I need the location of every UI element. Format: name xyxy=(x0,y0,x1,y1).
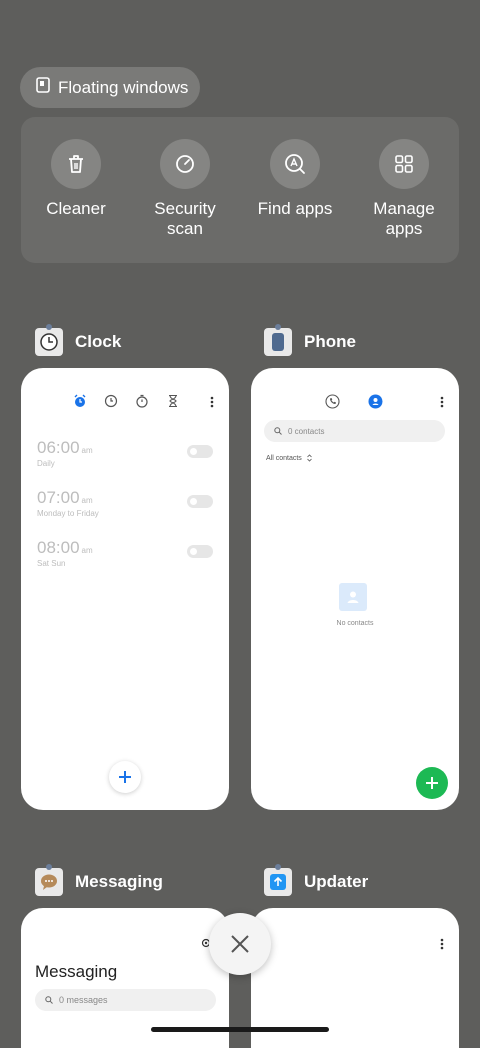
phone-app-icon xyxy=(264,324,292,356)
sort-icon xyxy=(307,454,312,462)
phone-app-card[interactable]: 0 contacts All contacts No contacts xyxy=(251,368,459,810)
manage-apps-label: Manage apps xyxy=(373,199,435,238)
alarm-time: 08:00 xyxy=(37,538,80,557)
updater-app-icon xyxy=(264,864,292,896)
contacts-tab-icon[interactable] xyxy=(368,394,383,409)
more-options-icon[interactable] xyxy=(440,396,444,408)
clock-app-name: Clock xyxy=(75,332,122,351)
alarm-toggle[interactable] xyxy=(187,445,213,458)
updater-app-name: Updater xyxy=(304,872,369,891)
find-apps-button[interactable]: Find apps xyxy=(245,139,345,219)
floating-windows-label: Floating windows xyxy=(58,77,189,97)
clock-app-card[interactable]: 06:00 am Daily 07:00 am Monday to Friday 0… xyxy=(21,368,229,810)
plus-icon xyxy=(119,771,131,783)
manage-apps-button[interactable]: Manage apps xyxy=(354,139,454,239)
cleaner-button[interactable]: Cleaner xyxy=(26,139,126,219)
timer-tab-icon[interactable] xyxy=(166,394,180,408)
search-icon xyxy=(45,996,53,1004)
clock-app-header[interactable]: Clock xyxy=(35,324,122,356)
home-indicator[interactable] xyxy=(151,1027,329,1032)
contacts-filter[interactable]: All contacts xyxy=(266,454,312,462)
find-apps-label: Find apps xyxy=(257,199,333,218)
alarm-repeat: Daily xyxy=(37,459,55,468)
world-clock-tab-icon[interactable] xyxy=(104,394,118,408)
find-apps-icon xyxy=(270,139,320,189)
cleaner-label: Cleaner xyxy=(46,199,106,218)
call-log-tab-icon[interactable] xyxy=(325,394,340,409)
alarm-repeat: Sat Sun xyxy=(37,559,66,568)
messaging-app-name: Messaging xyxy=(75,872,163,891)
security-scan-label: Security scan xyxy=(154,199,216,238)
contacts-filter-label: All contacts xyxy=(266,454,302,462)
alarm-toggle[interactable] xyxy=(187,495,213,508)
phone-app-name: Phone xyxy=(304,332,356,351)
clock-tabs xyxy=(73,394,180,408)
contacts-search-input[interactable]: 0 contacts xyxy=(264,420,445,442)
messaging-title: Messaging xyxy=(35,962,118,981)
phone-tabs xyxy=(325,394,383,409)
empty-contacts-text: No contacts xyxy=(336,620,374,627)
more-options-icon[interactable] xyxy=(440,938,444,950)
alarm-time: 07:00 xyxy=(37,488,80,507)
messages-search-placeholder: 0 messages xyxy=(59,995,108,1005)
add-alarm-button[interactable] xyxy=(109,761,141,793)
close-icon xyxy=(231,935,249,953)
alarm-toggle[interactable] xyxy=(187,545,213,558)
messaging-app-header[interactable]: Messaging xyxy=(35,864,163,896)
updater-app-header[interactable]: Updater xyxy=(264,864,369,896)
alarm-time: 06:00 xyxy=(37,438,80,457)
security-scan-button[interactable]: Security scan xyxy=(135,139,235,239)
trash-icon xyxy=(51,139,101,189)
floating-windows-button[interactable]: Floating windows xyxy=(20,67,200,108)
more-options-icon[interactable] xyxy=(210,396,214,408)
manage-apps-icon xyxy=(379,139,429,189)
plus-icon xyxy=(426,777,438,789)
alarm-tab-icon[interactable] xyxy=(73,394,87,408)
quick-actions-panel: Cleaner Security scan Find apps Manage a… xyxy=(21,117,459,263)
alarm-ampm: am xyxy=(81,496,93,505)
alarm-ampm: am xyxy=(81,546,93,555)
messages-search-input[interactable]: 0 messages xyxy=(35,989,216,1011)
phone-app-header[interactable]: Phone xyxy=(264,324,356,356)
clock-app-icon xyxy=(35,324,63,356)
alarm-ampm: am xyxy=(81,446,93,455)
floating-window-icon xyxy=(36,77,50,98)
add-contact-button[interactable] xyxy=(416,767,448,799)
search-icon xyxy=(274,427,282,435)
security-scan-icon xyxy=(160,139,210,189)
stopwatch-tab-icon[interactable] xyxy=(135,394,149,408)
contacts-search-placeholder: 0 contacts xyxy=(288,426,325,436)
close-all-button[interactable] xyxy=(209,913,271,975)
empty-contacts-icon xyxy=(339,583,367,611)
messaging-app-icon xyxy=(35,864,63,896)
alarm-repeat: Monday to Friday xyxy=(37,509,99,518)
